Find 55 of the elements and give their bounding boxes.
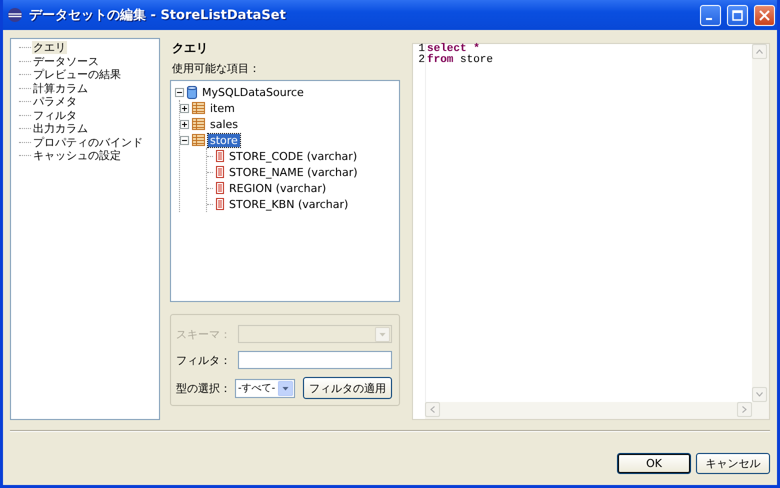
minimize-icon [706,18,712,20]
tree-item[interactable]: MySQLDataSource [200,86,306,98]
page-list-item[interactable]: キャッシュの設定 [32,149,122,162]
schema-label: スキーマ： [176,326,232,342]
page-list-item[interactable]: パラメタ [32,95,78,108]
table-icon [192,134,205,146]
database-icon [187,84,197,100]
type-label: 型の選択： [176,380,231,396]
page-list-item[interactable]: プレビューの結果 [32,68,122,82]
expand-icon[interactable] [180,120,189,128]
collapse-icon[interactable] [175,88,184,96]
tree-item[interactable]: STORE_CODE (varchar) [227,150,360,162]
window-title: データセットの編集 - StoreListDataSet [29,7,287,24]
filter-label: フィルタ： [176,352,232,368]
caret-down-icon [756,392,763,397]
maximize-button[interactable] [727,4,748,26]
line-number: 1 [417,44,425,55]
tree-item[interactable]: item [208,102,237,114]
tree-item[interactable]: REGION (varchar) [227,182,328,194]
table-icon [192,118,205,130]
table-icon [192,102,205,114]
tree-item[interactable]: STORE_KBN (varchar) [227,198,350,210]
column-icon [216,166,224,178]
app-icon [7,7,23,23]
caret-up-icon [756,49,763,54]
close-button[interactable] [754,4,775,26]
type-dropdown[interactable]: -すべて- [235,378,295,398]
page-list-item[interactable]: クエリ [32,41,67,54]
column-icon [216,198,224,210]
collapse-icon[interactable] [180,136,189,144]
filter-field[interactable] [238,351,392,369]
available-items-label: 使用可能な項目： [172,61,261,76]
maximize-icon [732,10,743,20]
code-line: from store [427,55,494,66]
page-list-item[interactable]: 計算カラム [32,82,89,95]
tree-item[interactable]: sales [208,118,240,130]
line-number: 2 [417,55,425,66]
page-list-item[interactable]: データソース [32,54,100,68]
page-list-item[interactable]: プロパティのバインド [32,136,144,149]
ok-button[interactable]: OK [617,453,691,474]
page-list-item[interactable]: 出力カラム [32,122,89,136]
tree-item[interactable]: STORE_NAME (varchar) [227,166,360,178]
caret-left-icon [430,406,435,413]
page-title: クエリ [172,40,208,57]
expand-icon[interactable] [180,104,189,112]
cancel-button[interactable]: キャンセル [696,453,770,474]
tree-item[interactable]: store [208,134,240,146]
column-icon [216,150,224,162]
caret-right-icon [742,406,747,413]
code-line: select * [427,44,480,55]
close-icon [759,10,770,20]
column-icon [216,182,224,194]
minimize-button[interactable] [700,4,721,26]
apply-filter-button[interactable]: フィルタの適用 [303,377,392,399]
page-list-item[interactable]: フィルタ [32,108,78,122]
